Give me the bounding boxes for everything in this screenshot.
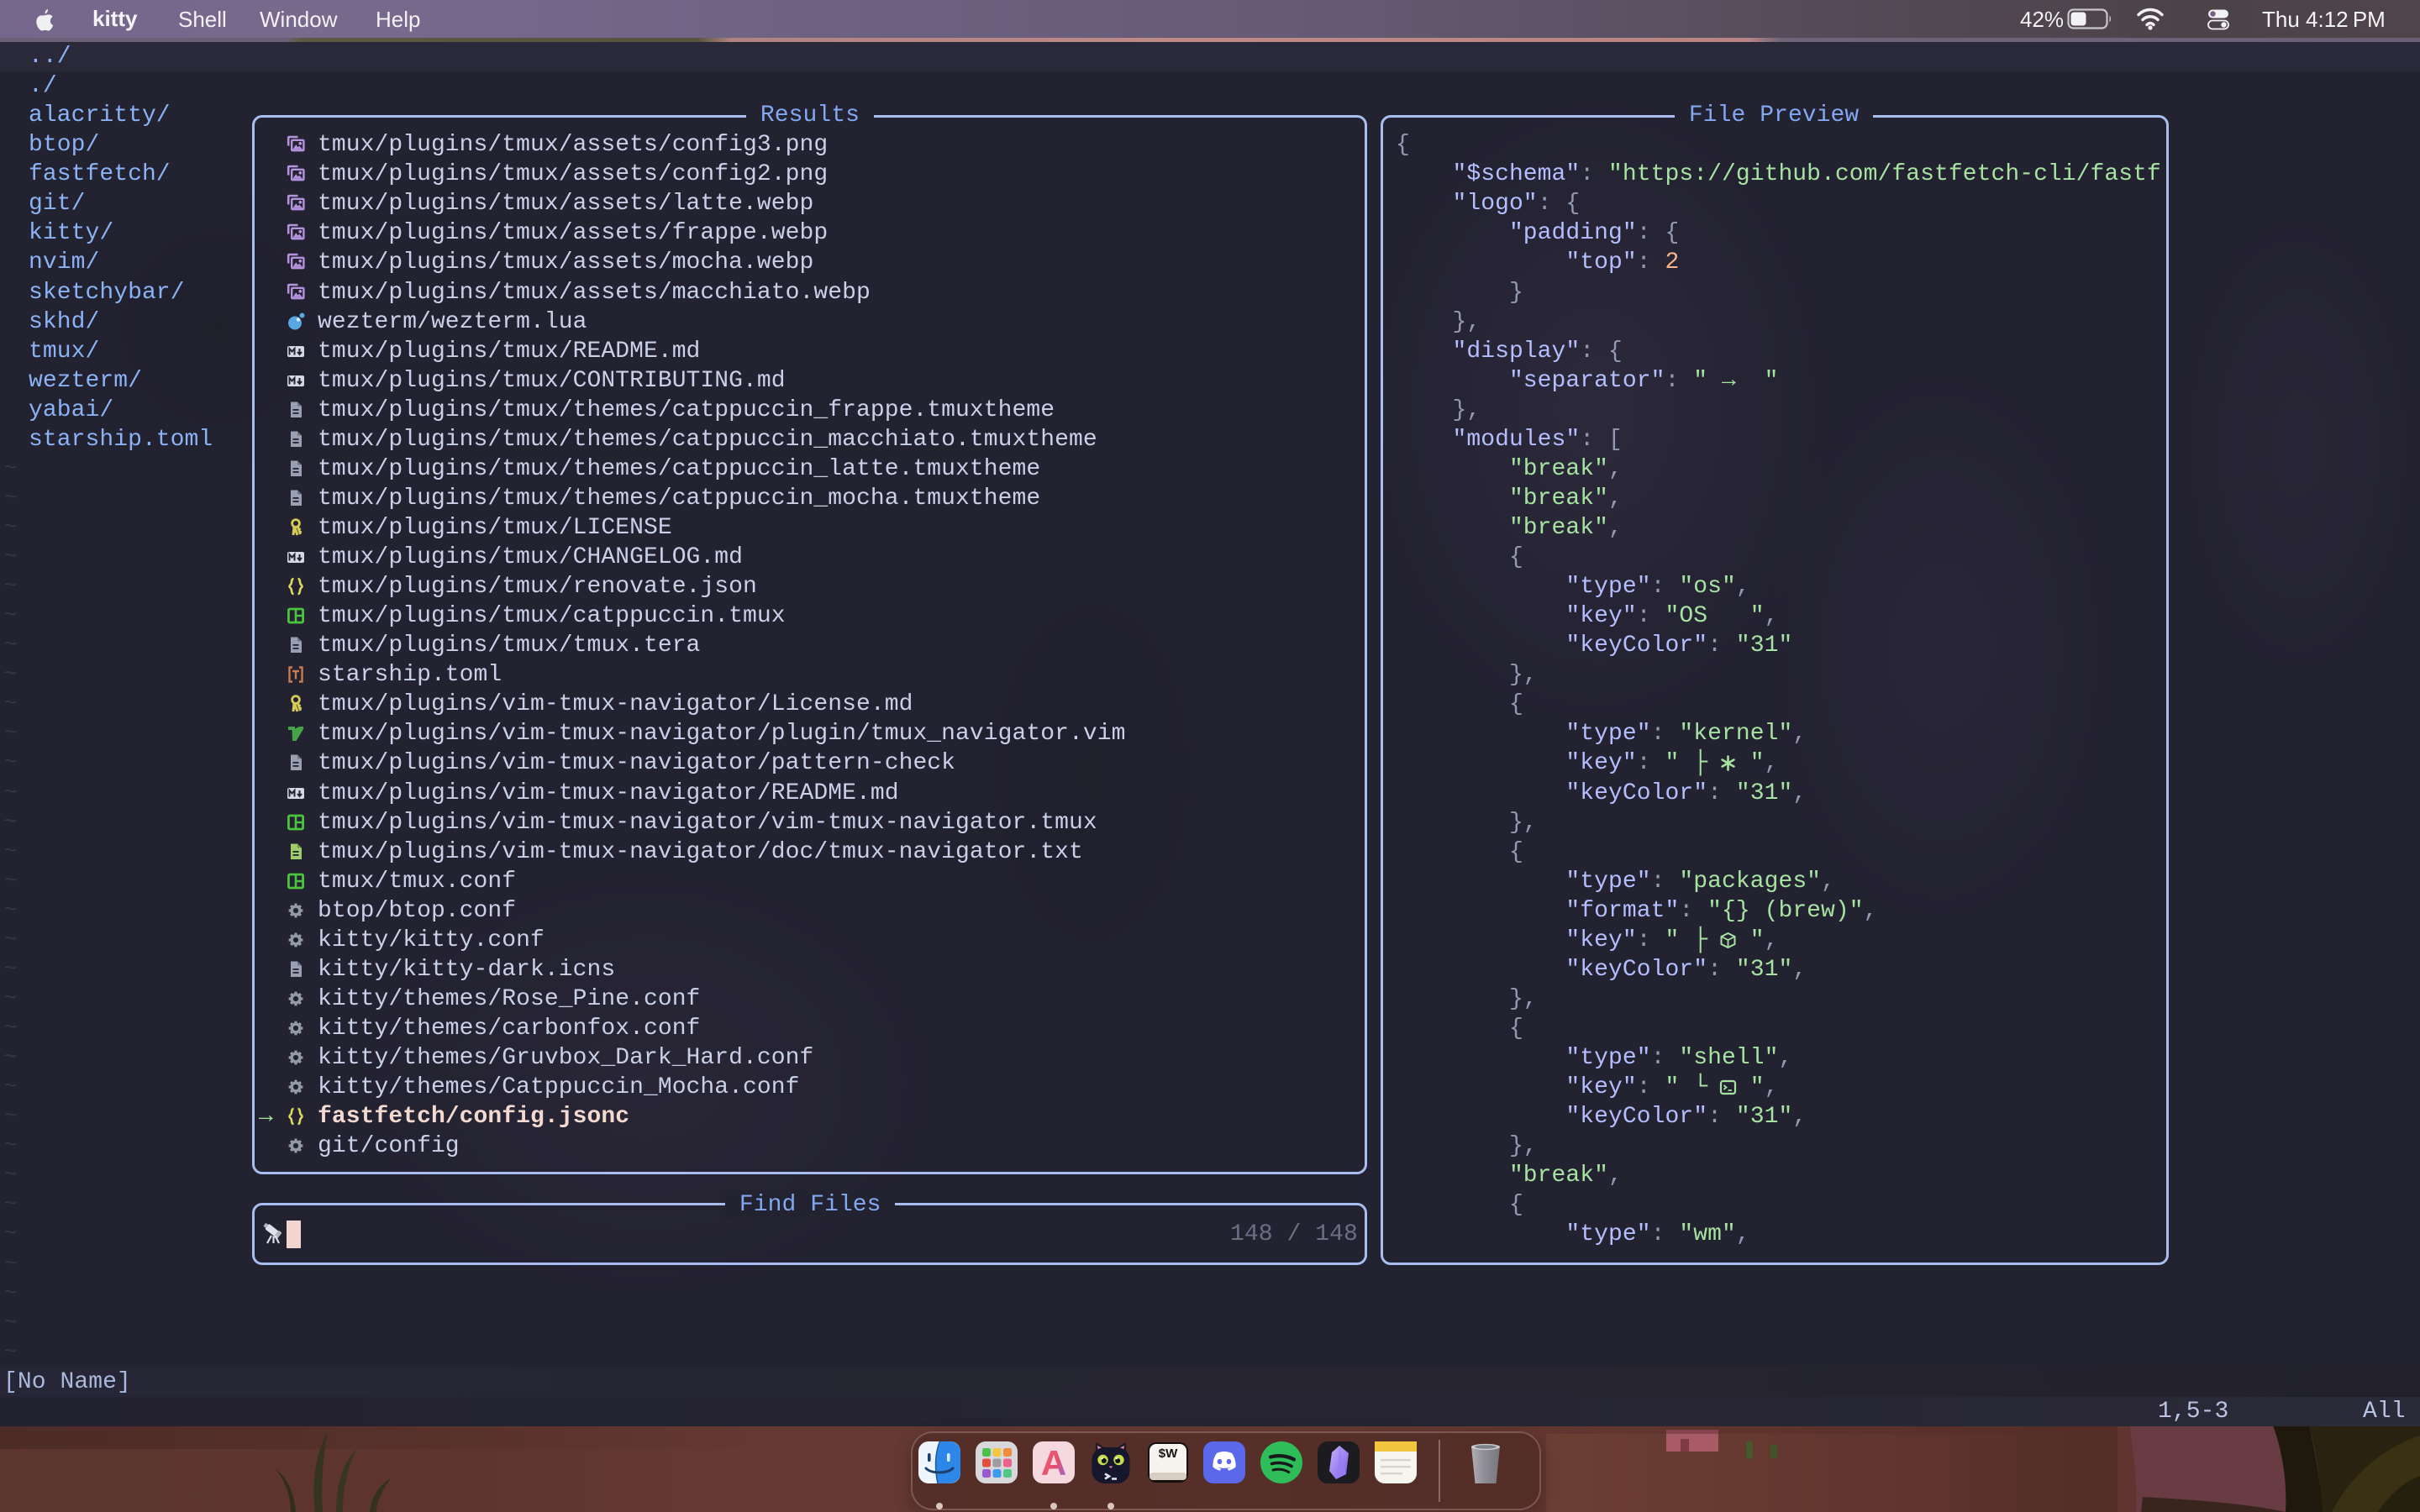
svg-text:$W: $W (1159, 1446, 1178, 1461)
svg-text:A: A (1041, 1443, 1066, 1483)
